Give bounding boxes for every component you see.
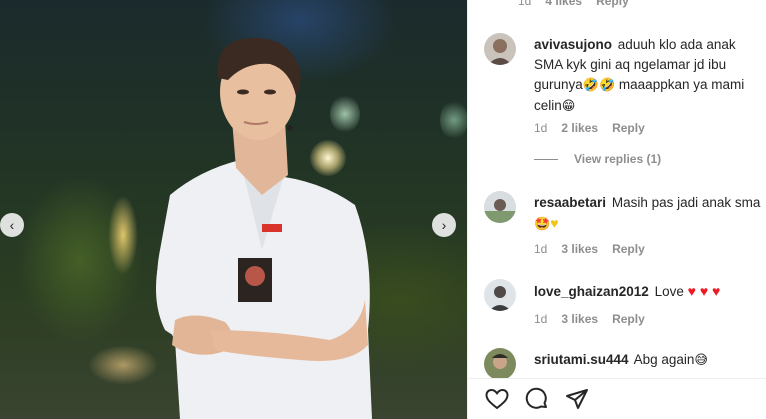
comment-likes[interactable]: 3 likes [561,312,598,326]
comment-time: 1d [534,242,548,256]
reply-button[interactable]: Reply [596,0,629,8]
comment-likes[interactable]: 2 likes [561,121,598,135]
next-photo-button[interactable]: › [432,213,456,237]
grin-emoji: 😁 [561,99,576,114]
comment-text: resaabetari Masih pas jadi anak sma 🤩♥ [534,193,762,235]
chevron-right-icon: › [441,217,447,233]
chevron-left-icon: ‹ [9,217,15,233]
comment-item: love_ghaizan2012 Love ♥ ♥ ♥ ♡ 1d 3 likes… [484,279,766,329]
avatar[interactable] [484,33,516,65]
comment-icon[interactable] [524,387,550,411]
reply-button[interactable]: Reply [612,242,645,256]
comment-meta: 1d 4 likes Reply [518,0,629,8]
comment-likes[interactable]: 4 likes [545,0,582,8]
reply-button[interactable]: Reply [612,121,645,135]
comment-item: resaabetari Masih pas jadi anak sma 🤩♥ ♡… [484,191,766,261]
comment-likes[interactable]: 3 likes [561,242,598,256]
comment-username[interactable]: avivasujono [534,37,612,52]
comment-text: love_ghaizan2012 Love ♥ ♥ ♥ [534,281,762,302]
post-action-bar [468,378,766,419]
red-hearts-emoji: ♥ ♥ ♥ [687,283,721,299]
comment-time: 1d [534,312,548,326]
view-replies-label: View replies (1) [574,152,662,166]
comment-time: 1d [518,0,532,8]
comment-body: Masih pas jadi anak sma [611,195,761,210]
comment-item: avivasujono aduuh klo ada anak SMA kyk g… [484,33,766,143]
previous-photo-button[interactable]: ‹ [0,213,24,237]
comment-username[interactable]: love_ghaizan2012 [534,284,649,299]
reply-button[interactable]: Reply [612,312,645,326]
comment-meta: 1d 3 likes Reply [534,312,645,326]
star-struck-emoji: 🤩 [534,217,551,232]
comment-username[interactable]: sriutami.su444 [534,352,629,367]
comment-time: 1d [534,121,548,135]
comment-meta: 1d 3 likes Reply [534,242,645,256]
post-photo: ‹ › [0,0,467,419]
heart-icon[interactable] [484,387,510,411]
rofl-emoji: 🤣🤣 [582,78,616,93]
avatar[interactable] [484,279,516,311]
comment-meta: 1d 2 likes Reply [534,121,645,135]
view-replies-button[interactable]: View replies (1) [534,152,661,166]
avatar[interactable] [484,348,516,380]
comment-body: Abg again [633,352,695,367]
comment-text: avivasujono aduuh klo ada anak SMA kyk g… [534,35,762,117]
yellow-heart-emoji: ♥ [550,215,559,231]
comment-username[interactable]: resaabetari [534,195,606,210]
person-figure [156,37,372,419]
sweat-smile-emoji: 😅 [694,353,708,368]
avatar[interactable] [484,191,516,223]
comment-body: Love [654,284,684,299]
divider-line [534,158,558,160]
comments-panel: 1d 4 likes Reply avivasujono aduuh klo a… [467,0,766,419]
comment-item: sriutami.su444 Abg again😅 ♡ [484,348,766,380]
share-icon[interactable] [564,387,590,411]
comment-text: sriutami.su444 Abg again😅 [534,350,762,371]
